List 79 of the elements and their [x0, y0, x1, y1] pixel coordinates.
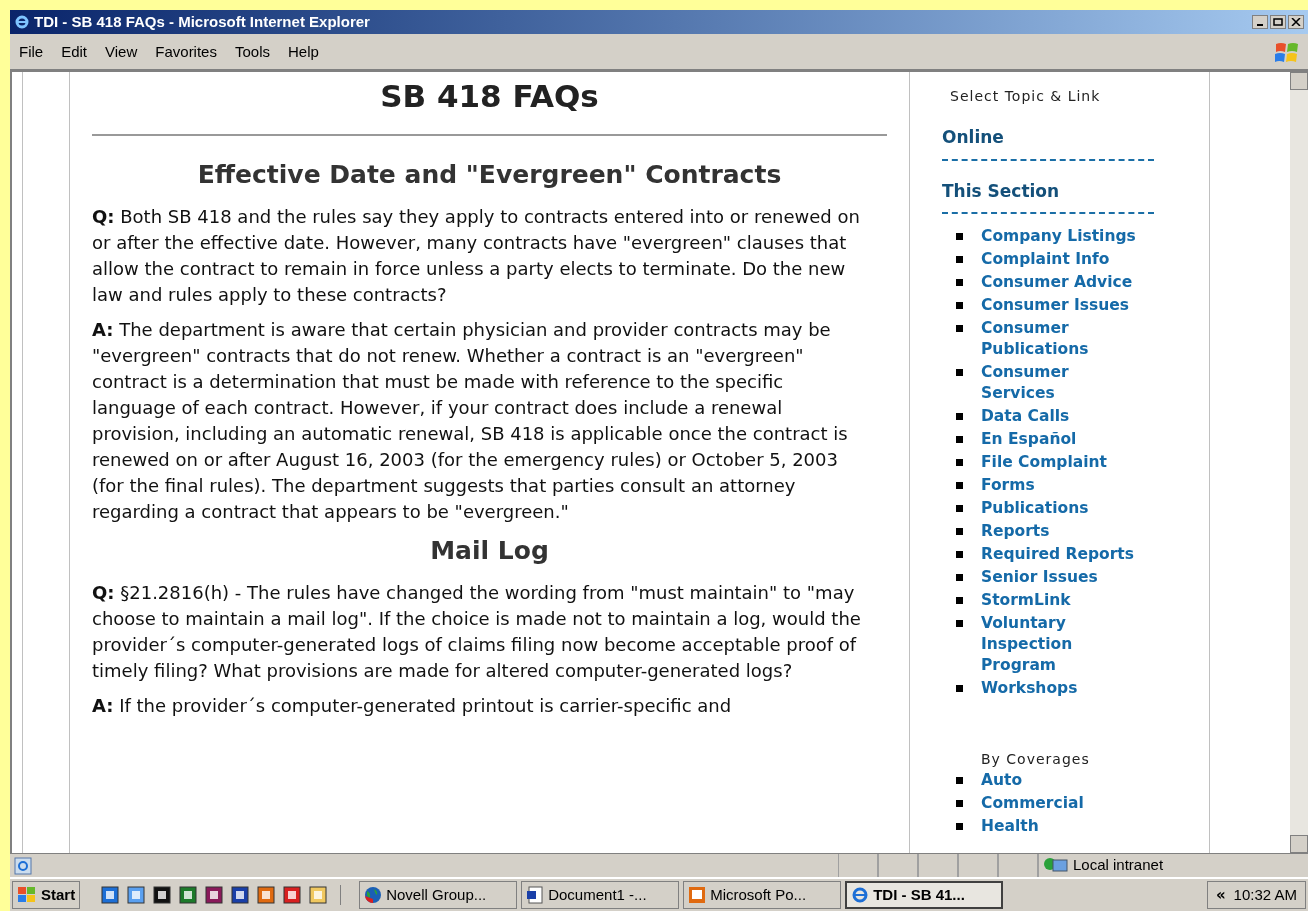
sidebar-heading[interactable]: This Section — [942, 180, 1060, 201]
close-icon — [1291, 18, 1301, 26]
bullet-icon — [956, 528, 963, 535]
coverage-caption: By Coverages — [981, 750, 1091, 769]
close-button[interactable] — [1288, 15, 1304, 29]
start-button[interactable]: Start — [12, 881, 81, 909]
menu-item[interactable]: Help — [279, 41, 328, 64]
bullet-icon — [956, 369, 963, 376]
taskbar-button[interactable]: Document1 -... — [521, 881, 680, 909]
maximize-button[interactable] — [1270, 15, 1286, 29]
sidebar-heading[interactable]: Online — [942, 127, 1004, 147]
status-pane — [958, 854, 998, 877]
bullet-icon — [956, 685, 963, 692]
sidebar-link[interactable]: Consumer Publications — [981, 318, 1141, 360]
menu-item[interactable]: Favorites — [146, 41, 226, 64]
sidebar-link[interactable]: Senior Issues — [981, 567, 1141, 588]
sidebar-link[interactable]: Workshops — [981, 678, 1141, 699]
sidebar-link[interactable]: Voluntary Inspection Program — [981, 613, 1141, 676]
bullet-icon — [956, 505, 963, 512]
bullet-icon — [956, 551, 963, 558]
paragraph: Q: §21.2816(h) - The rules have changed the wording from "must maintain" to "may choose to maintain a mail log". If the choice is made not to maintain a log, would the provider´s computer-generated logs of claims filing now become acceptable proof of timely filing? What provisions are made for altered computer-generated logs? — [92, 581, 862, 683]
bullet-icon — [956, 256, 963, 263]
sidebar-link[interactable]: Consumer Advice — [981, 272, 1141, 293]
sidebar-link[interactable]: Required Reports — [981, 544, 1141, 565]
scrollbar[interactable] — [1290, 72, 1308, 853]
minimize-button[interactable] — [1252, 15, 1268, 29]
bullet-icon — [956, 302, 963, 309]
window-title: TDI - SB 418 FAQs - Microsoft Internet Explorer — [34, 11, 370, 32]
status-pane — [918, 854, 958, 877]
bullet-icon — [956, 800, 963, 807]
paragraph: Q: Both SB 418 and the rules say they apply to contracts entered into or renewed on or after the effective date. However, many contracts have "evergreen" clauses that allow the contract to remain in force unless a party elects to terminate. Do the new law and rules apply to these contracts? — [92, 205, 861, 307]
bullet-icon — [956, 777, 963, 784]
bullet-icon — [956, 574, 963, 581]
bullet-icon — [956, 233, 963, 240]
maximize-icon — [1273, 18, 1283, 26]
bullet-icon — [956, 436, 963, 443]
sidebar-link[interactable]: Consumer Services — [981, 362, 1141, 404]
menu-item[interactable]: Edit — [52, 41, 97, 64]
sidebar-link[interactable]: Auto — [981, 770, 1023, 791]
tray-toggle[interactable]: « — [1215, 883, 1226, 907]
bullet-icon — [956, 459, 963, 466]
clock: 10:32 AM — [1233, 884, 1297, 905]
page-title: SB 418 FAQs — [379, 77, 600, 116]
status-pane — [998, 854, 1038, 877]
bullet-icon — [956, 482, 963, 489]
sidebar-link[interactable]: En Español — [981, 429, 1141, 450]
bullet-icon — [956, 823, 963, 830]
sidebar-link[interactable]: Reports — [981, 521, 1141, 542]
paragraph: A: The department is aware that certain physician and provider contracts may be "evergreen" contracts that do not renew. Whether a contract is an "evergreen" contract is a determination that must be made with reference to the specific language of each contract. However, if your contract does include a renewal provision, including an automatic renewal, SB 418 is applicable once the contract is renewed on or after August 16, 2003 (for the emergency rules) or October 5, 2003 (for the final rules). The department suggests that parties consult an attorney regarding a contract that appears to be "evergreen." — [92, 318, 849, 524]
menu-item[interactable]: View — [96, 41, 147, 64]
paragraph: A: If the provider´s computer-generated printout is carrier-specific and — [92, 694, 733, 718]
sidebar-link[interactable]: Data Calls — [981, 406, 1141, 427]
status-pane — [878, 854, 918, 877]
sidebar-caption: Select Topic & Link — [950, 87, 1102, 106]
sidebar-link[interactable]: Company Listings — [981, 226, 1141, 247]
sidebar-link[interactable]: Health — [981, 816, 1039, 837]
bullet-icon — [956, 597, 963, 604]
taskbar-button[interactable]: Novell Group... — [359, 881, 518, 909]
sidebar-link[interactable]: Publications — [981, 498, 1141, 519]
status-zone: Local intranet — [1038, 854, 1308, 877]
sidebar-link[interactable]: StormLink — [981, 590, 1141, 611]
windows-logo-icon — [17, 886, 37, 904]
taskbar-button[interactable]: TDI - SB 41... — [845, 881, 1004, 909]
section-heading: Effective Date and "Evergreen" Contracts — [196, 159, 783, 191]
bullet-icon — [956, 325, 963, 332]
menu-item[interactable]: File — [10, 41, 53, 64]
menu-item[interactable]: Tools — [225, 41, 279, 64]
sidebar-link[interactable]: Forms — [981, 475, 1141, 496]
taskbar-button[interactable]: Microsoft Po... — [683, 881, 842, 909]
section-heading: Mail Log — [429, 535, 550, 567]
sidebar-link[interactable]: Complaint Info — [981, 249, 1141, 270]
sidebar-link[interactable]: Consumer Issues — [981, 295, 1141, 316]
bullet-icon — [956, 413, 963, 420]
bullet-icon — [956, 279, 963, 286]
sidebar-link[interactable]: File Complaint — [981, 452, 1141, 473]
status-pane — [838, 854, 878, 877]
bullet-icon — [956, 620, 963, 627]
page-icon — [14, 856, 32, 875]
sidebar-link[interactable]: Commercial — [981, 793, 1084, 814]
